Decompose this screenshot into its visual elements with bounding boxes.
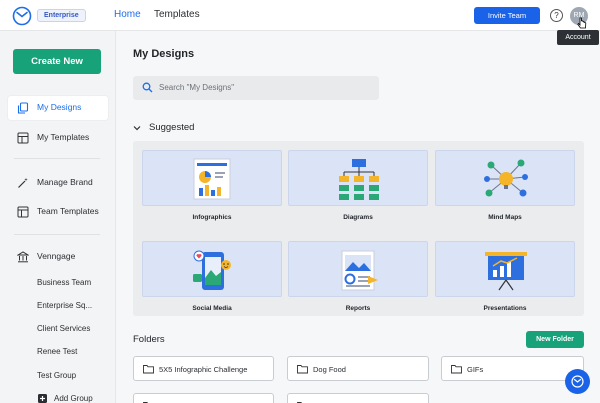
chevron-down-icon [133,126,141,131]
suggested-grid: Infographics Diagrams Mind Maps Social M… [133,141,584,316]
mind-map-illustration-icon [484,159,528,197]
folder-item[interactable]: GIFs [441,356,584,381]
folder-item[interactable] [287,393,429,403]
nav-home-link[interactable]: Home [114,9,141,20]
invite-team-button[interactable]: Invite Team [474,7,540,24]
sidebar-team-client-services[interactable]: Client Services [37,324,90,333]
sidebar-team-test-group[interactable]: Test Group [37,371,76,380]
sidebar-item-label: Team Templates [37,206,99,216]
suggested-card-social-media[interactable]: Social Media [142,241,282,319]
search-input[interactable]: Search "My Designs" [133,76,379,100]
presentation-illustration-icon [485,252,527,291]
card-thumbnail [288,241,428,297]
infographic-illustration-icon [193,158,231,200]
top-bar: Enterprise Home Templates Invite Team ? … [0,0,600,31]
pointer-cursor-icon [577,17,587,29]
suggested-card-mind-maps[interactable]: Mind Maps [435,150,575,228]
folder-item[interactable]: 5X5 Infographic Challenge [133,356,274,381]
venngage-logo-icon[interactable] [12,6,32,26]
folders-heading: Folders [133,334,165,345]
folder-icon [143,365,154,374]
folder-label: GIFs [467,365,484,374]
suggested-card-infographics[interactable]: Infographics [142,150,282,228]
sidebar-item-label: My Designs [37,102,82,112]
sidebar-item-team-templates[interactable]: Team Templates [8,200,108,224]
create-new-button[interactable]: Create New [13,49,101,74]
sidebar-team-renee-test[interactable]: Renee Test [37,347,77,356]
new-folder-button[interactable]: New Folder [526,331,584,348]
suggested-card-reports[interactable]: Reports [288,241,428,319]
sidebar-team-business-team[interactable]: Business Team [37,278,91,287]
suggested-card-diagrams[interactable]: Diagrams [288,150,428,228]
card-label: Presentations [483,305,527,312]
account-tooltip: Account [557,30,599,45]
diagram-illustration-icon [339,159,379,200]
card-label: Social Media [192,305,232,312]
sidebar-item-label: Venngage [37,251,76,261]
sidebar-item-manage-brand[interactable]: Manage Brand [8,171,108,195]
sidebar: Create New My Designs My Templates Manag… [0,31,116,403]
report-illustration-icon [341,250,378,291]
card-thumbnail [288,150,428,206]
sidebar-divider [14,158,100,159]
search-icon [142,82,153,93]
sidebar-team-enterprise[interactable]: Enterprise Sq... [37,301,92,310]
folder-item[interactable]: Dog Food [287,356,429,381]
help-icon[interactable]: ? [550,9,563,22]
folder-icon [451,365,462,374]
page-title: My Designs [133,48,195,60]
social-media-illustration-icon [193,250,231,290]
magic-wand-icon [18,177,28,188]
suggested-card-presentations[interactable]: Presentations [435,241,575,319]
folder-label: 5X5 Infographic Challenge [159,365,248,374]
card-label: Infographics [192,214,232,221]
chat-button[interactable] [565,369,590,394]
suggested-label: Suggested [149,122,195,133]
card-label: Mind Maps [488,214,522,221]
card-label: Diagrams [343,214,373,221]
sidebar-item-my-designs[interactable]: My Designs [8,96,108,120]
card-thumbnail [435,241,575,297]
template-icon [17,132,29,144]
card-thumbnail [142,241,282,297]
sidebar-item-venngage[interactable]: Venngage [8,245,108,269]
sidebar-item-label: My Templates [37,132,90,142]
plus-square-icon[interactable] [38,394,47,403]
folder-icon [297,365,308,374]
card-thumbnail [142,150,282,206]
bank-icon [17,251,29,263]
search-placeholder: Search "My Designs" [159,83,235,92]
card-label: Reports [345,305,371,312]
folder-label: Dog Food [313,365,346,374]
sidebar-divider [14,234,100,235]
layout-icon [17,206,29,218]
card-thumbnail [435,150,575,206]
sidebar-item-my-templates[interactable]: My Templates [8,126,108,150]
enterprise-badge: Enterprise [37,9,86,22]
copy-icon [17,102,29,114]
folder-item[interactable] [133,393,274,403]
sidebar-item-label: Manage Brand [37,177,93,187]
chat-logo-icon [571,375,584,388]
nav-templates-link[interactable]: Templates [154,9,200,20]
add-group-link[interactable]: Add Group [54,394,93,403]
